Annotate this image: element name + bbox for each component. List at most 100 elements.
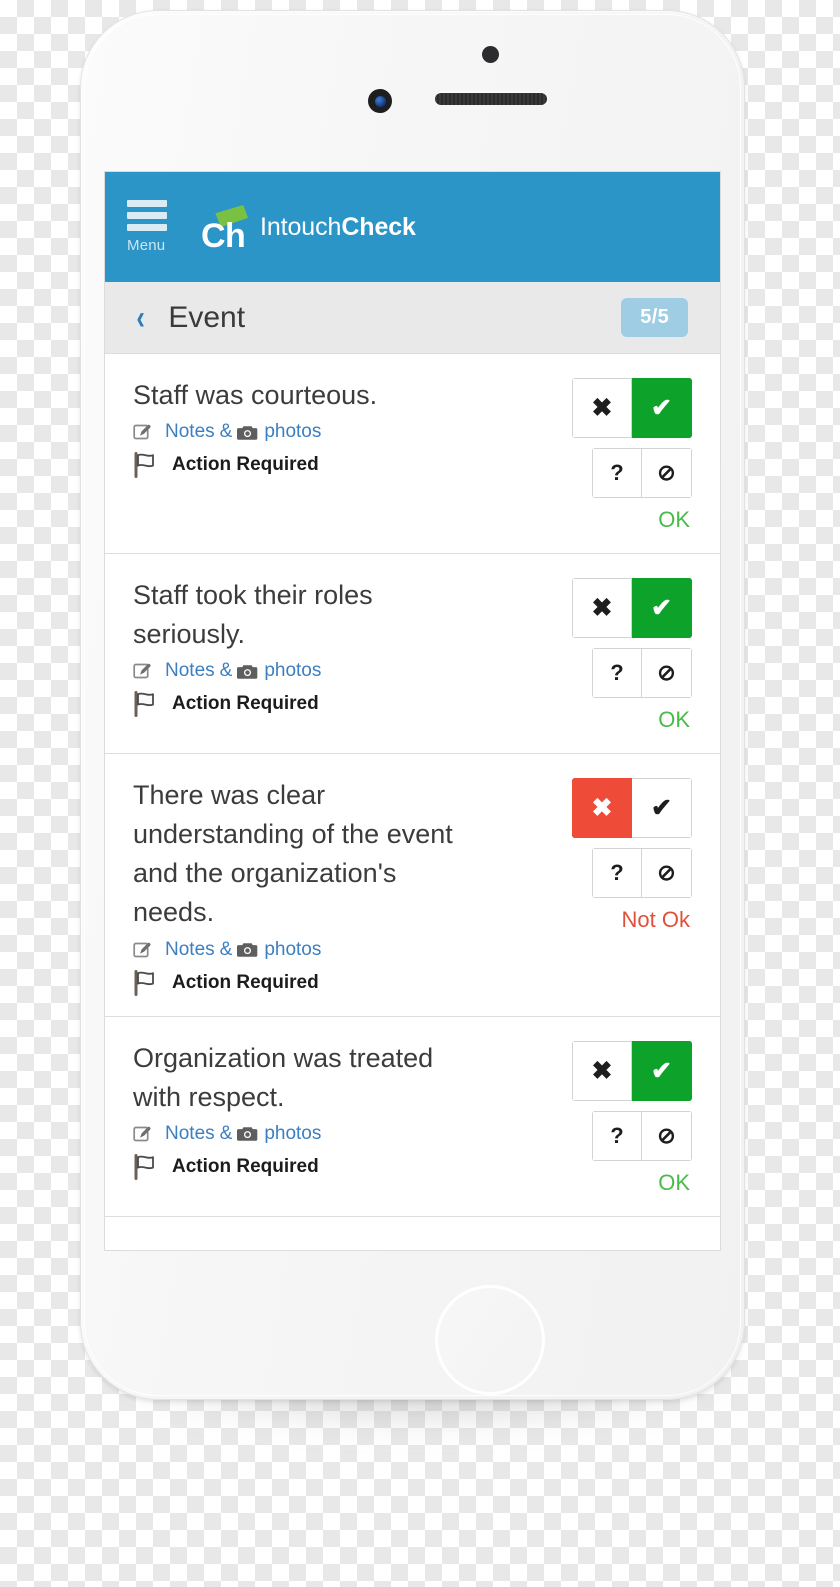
brand-suffix: Check bbox=[341, 212, 416, 241]
answer-yes-button[interactable]: ✔ bbox=[632, 1040, 692, 1101]
camera-icon bbox=[237, 1125, 258, 1142]
checklist-item-question: There was clear understanding of the eve… bbox=[133, 780, 453, 928]
menu-button-label: Menu bbox=[127, 237, 166, 254]
app-logo: Ch IntouchCheck bbox=[201, 204, 416, 255]
secondary-answer-group: ? ⊘ bbox=[592, 648, 692, 698]
answer-unknown-button[interactable]: ? bbox=[592, 1110, 642, 1161]
answer-unknown-button[interactable]: ? bbox=[592, 448, 642, 498]
answer-controls: ✖ ✔ ? ⊘ Not Ok bbox=[564, 776, 692, 996]
answer-yes-button[interactable]: ✔ bbox=[632, 378, 692, 438]
notes-photos-link[interactable]: Notes & photos bbox=[165, 421, 321, 443]
primary-answer-group: ✖ ✔ bbox=[572, 378, 692, 438]
notes-photos-link[interactable]: Notes & photos bbox=[165, 660, 321, 682]
notes-label: Notes bbox=[165, 938, 215, 960]
back-chevron-icon[interactable]: ‹ bbox=[136, 301, 144, 335]
phone-screen: Menu Ch IntouchCheck ‹ Event 5/5 Staff w… bbox=[105, 172, 720, 1250]
notes-pencil-icon bbox=[133, 940, 153, 960]
hamburger-icon-bar bbox=[127, 200, 167, 207]
answer-yes-button[interactable]: ✔ bbox=[632, 578, 692, 638]
checklist-item: There was clear understanding of the eve… bbox=[105, 754, 720, 1017]
answer-controls: ✖ ✔ ? ⊘ OK bbox=[564, 376, 692, 533]
app-header: Menu Ch IntouchCheck bbox=[105, 172, 720, 282]
checklist-item-question: Organization was treated with respect. bbox=[133, 1042, 434, 1112]
answer-not-applicable-button[interactable]: ⊘ bbox=[642, 648, 692, 698]
notes-photos-row[interactable]: Notes & photos bbox=[133, 939, 552, 961]
logo-ch-text: Ch bbox=[201, 217, 246, 255]
answer-status-label: OK bbox=[658, 707, 690, 732]
section-header: ‹ Event 5/5 bbox=[105, 282, 720, 354]
answer-not-applicable-button[interactable]: ⊘ bbox=[642, 1110, 692, 1161]
ampersand-label: & bbox=[219, 660, 233, 682]
ampersand-label: & bbox=[219, 938, 233, 960]
checklist-item-question: Staff took their roles seriously. bbox=[133, 580, 373, 650]
answer-no-button[interactable]: ✖ bbox=[572, 1040, 632, 1101]
answer-no-button[interactable]: ✖ bbox=[572, 778, 632, 838]
notes-photos-row[interactable]: Notes & photos bbox=[133, 1123, 552, 1145]
answer-status-label: Not Ok bbox=[621, 907, 690, 932]
hamburger-icon-bar bbox=[127, 212, 167, 219]
answer-status-label: OK bbox=[658, 1169, 690, 1195]
progress-count-badge: 5/5 bbox=[621, 298, 688, 337]
checklist-item-content: There was clear understanding of the eve… bbox=[133, 776, 564, 996]
photos-label: photos bbox=[264, 1122, 322, 1144]
action-required-label: Action Required bbox=[172, 971, 319, 993]
notes-photos-row[interactable]: Notes & photos bbox=[133, 421, 552, 443]
secondary-answer-group: ? ⊘ bbox=[592, 448, 692, 498]
checklist-item: Staff was courteous. Notes & photos Acti… bbox=[105, 354, 720, 554]
notes-photos-link[interactable]: Notes & photos bbox=[165, 1123, 321, 1145]
hamburger-icon-bar bbox=[127, 224, 167, 231]
checklist-item: Staff took their roles seriously. Notes … bbox=[105, 554, 720, 754]
camera-icon bbox=[237, 663, 258, 680]
primary-answer-group: ✖ ✔ bbox=[572, 1040, 692, 1101]
checklist-item-content: Staff was courteous. Notes & photos Acti… bbox=[133, 376, 564, 533]
answer-no-button[interactable]: ✖ bbox=[572, 378, 632, 438]
answer-no-button[interactable]: ✖ bbox=[572, 578, 632, 638]
flag-icon bbox=[133, 969, 161, 996]
action-required-row: Action Required bbox=[133, 969, 552, 996]
primary-answer-group: ✖ ✔ bbox=[572, 578, 692, 638]
proximity-sensor-icon bbox=[482, 46, 499, 63]
notes-photos-row[interactable]: Notes & photos bbox=[133, 660, 552, 682]
flag-icon bbox=[133, 1153, 161, 1180]
action-required-label: Action Required bbox=[172, 454, 319, 476]
action-required-row: Action Required bbox=[133, 1153, 552, 1180]
answer-status-label: OK bbox=[658, 507, 690, 532]
brand-prefix: Intouch bbox=[260, 212, 342, 241]
primary-answer-group: ✖ ✔ bbox=[572, 778, 692, 838]
photos-label: photos bbox=[264, 660, 322, 682]
answer-unknown-button[interactable]: ? bbox=[592, 648, 642, 698]
photos-label: photos bbox=[264, 938, 322, 960]
answer-unknown-button[interactable]: ? bbox=[592, 848, 642, 898]
page-title: Event bbox=[168, 300, 246, 334]
earpiece-speaker-icon bbox=[435, 93, 547, 105]
checklist-item-content: Staff took their roles seriously. Notes … bbox=[133, 576, 564, 733]
action-required-row: Action Required bbox=[133, 691, 552, 718]
secondary-answer-group: ? ⊘ bbox=[592, 848, 692, 898]
menu-button[interactable]: Menu bbox=[127, 200, 183, 254]
action-required-label: Action Required bbox=[172, 693, 319, 715]
photos-label: photos bbox=[264, 421, 322, 443]
camera-icon bbox=[237, 941, 258, 958]
notes-label: Notes bbox=[165, 1122, 215, 1144]
home-button[interactable] bbox=[435, 1285, 545, 1395]
notes-pencil-icon bbox=[133, 661, 153, 681]
notes-label: Notes bbox=[165, 421, 215, 443]
checklist-item-question: Staff was courteous. bbox=[133, 380, 378, 410]
checklist-item: Organization was treated with respect. N… bbox=[105, 1017, 720, 1217]
ampersand-label: & bbox=[219, 1122, 233, 1144]
notes-photos-link[interactable]: Notes & photos bbox=[165, 939, 321, 961]
action-required-label: Action Required bbox=[172, 1155, 319, 1177]
front-camera-icon bbox=[368, 89, 392, 113]
answer-yes-button[interactable]: ✔ bbox=[632, 778, 692, 838]
notes-label: Notes bbox=[165, 660, 215, 682]
answer-not-applicable-button[interactable]: ⊘ bbox=[642, 848, 692, 898]
intouchcheck-logo-icon: Ch bbox=[201, 204, 249, 255]
answer-not-applicable-button[interactable]: ⊘ bbox=[642, 448, 692, 498]
notes-pencil-icon bbox=[133, 422, 153, 442]
ampersand-label: & bbox=[219, 421, 233, 443]
checklist-item-content: Organization was treated with respect. N… bbox=[133, 1039, 564, 1196]
answer-controls: ✖ ✔ ? ⊘ OK bbox=[564, 1039, 692, 1196]
flag-icon bbox=[133, 452, 161, 479]
checklist: Staff was courteous. Notes & photos Acti… bbox=[105, 354, 720, 1217]
notes-pencil-icon bbox=[133, 1124, 153, 1144]
